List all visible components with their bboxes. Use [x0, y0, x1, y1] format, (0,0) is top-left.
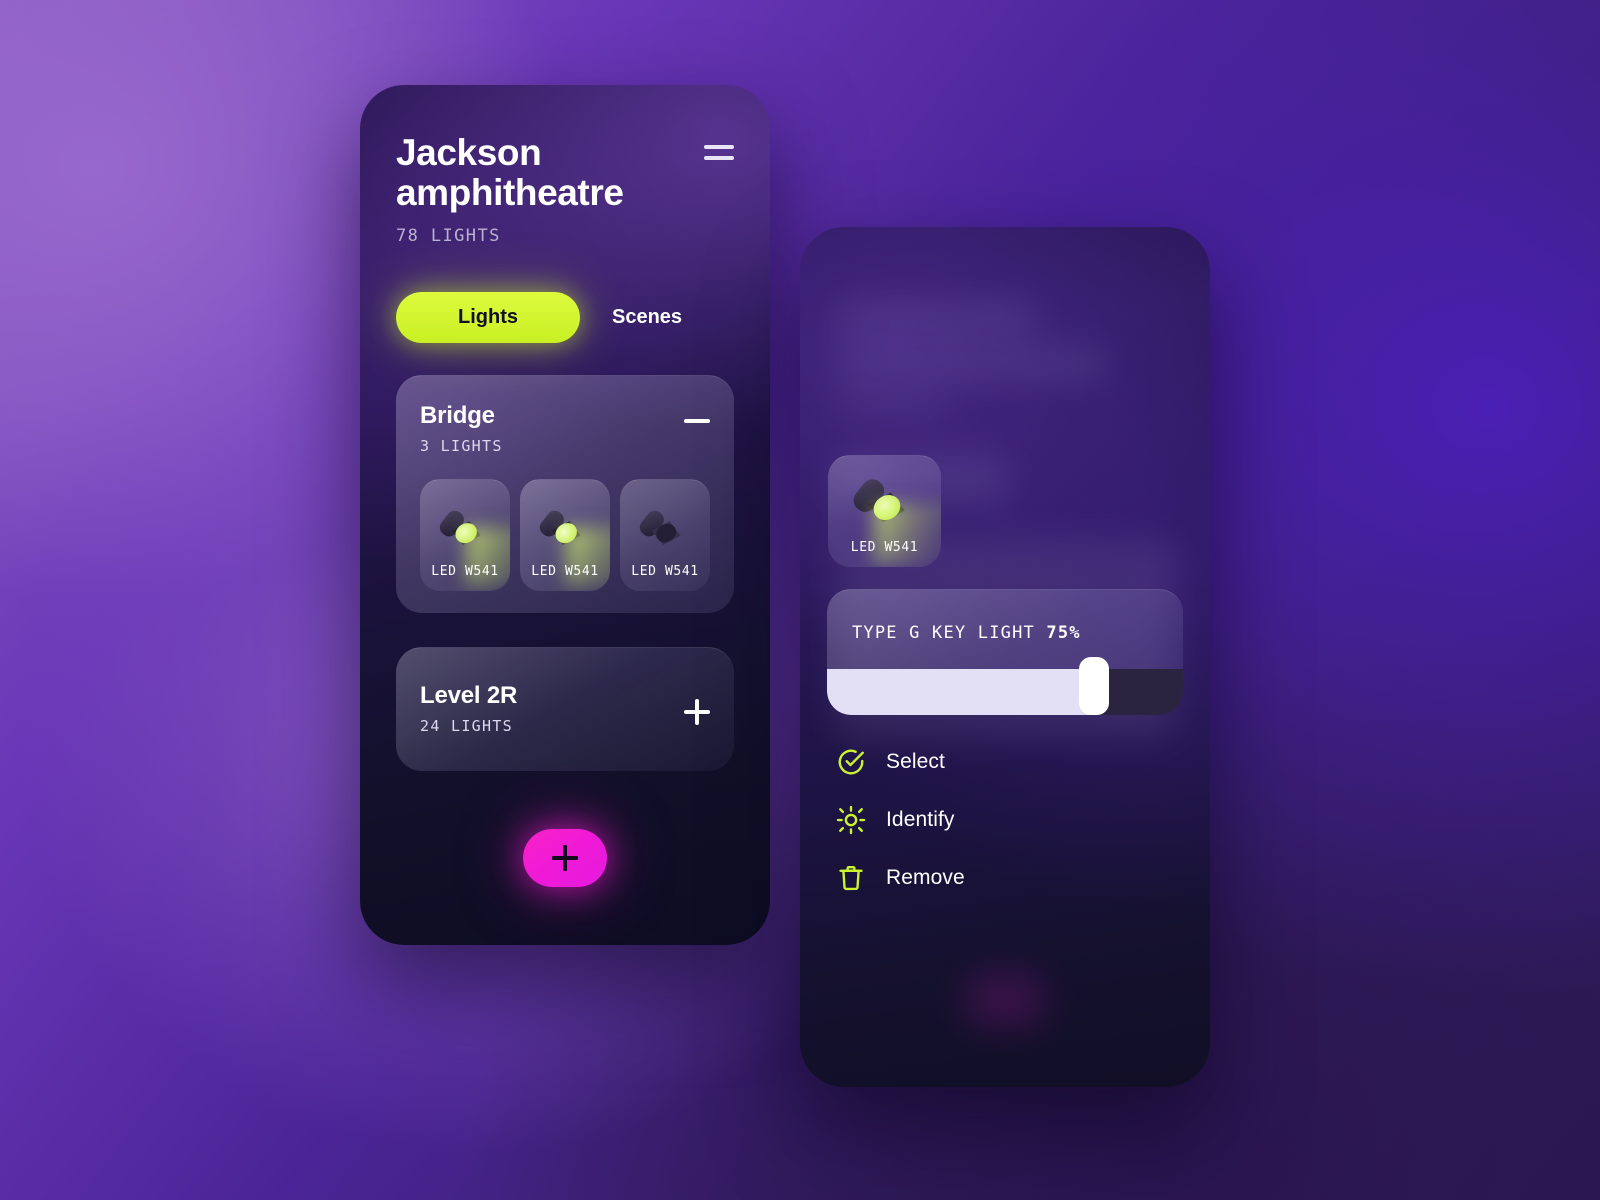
light-tile-label: LED W541	[431, 564, 499, 580]
action-list: Select Identify Remove	[836, 747, 965, 893]
brightness-sun-icon	[836, 805, 866, 835]
group-light-count-bridge: 3 LIGHTS	[420, 437, 503, 456]
phone-screen-right: LED W541 TYPE G KEY LIGHT 75% Select Ide…	[800, 227, 1210, 1087]
light-tile[interactable]: LED W541	[520, 479, 610, 592]
minus-icon[interactable]	[684, 408, 710, 434]
group-light-count-level-2r: 24 LIGHTS	[420, 717, 513, 736]
action-select[interactable]: Select	[836, 747, 965, 777]
group-card-bridge[interactable]: Bridge 3 LIGHTS LED W541 LED W541 LED W5…	[396, 375, 734, 614]
left-phone-content: Jackson amphitheatre 78 LIGHTS Lights Sc…	[360, 85, 770, 945]
brightness-value: 75%	[1046, 623, 1081, 643]
hamburger-icon[interactable]	[704, 145, 734, 160]
group-card-header: Bridge 3 LIGHTS	[420, 402, 710, 455]
page-title: Jackson amphitheatre	[396, 132, 624, 213]
phone-screen-left: Jackson amphitheatre 78 LIGHTS Lights Sc…	[360, 85, 770, 945]
group-name-level-2r: Level 2R	[420, 682, 518, 710]
brightness-label: TYPE G KEY LIGHT 75%	[852, 623, 1081, 643]
plus-icon	[552, 845, 578, 871]
brightness-slider[interactable]	[827, 657, 1183, 715]
header: Jackson amphitheatre	[396, 133, 734, 212]
light-tile[interactable]: LED W541	[420, 479, 510, 592]
selected-light-tile[interactable]: LED W541	[828, 455, 941, 567]
tab-scenes[interactable]: Scenes	[610, 300, 684, 335]
add-light-button[interactable]	[523, 829, 607, 887]
slider-thumb[interactable]	[1079, 657, 1109, 715]
tab-lights[interactable]: Lights	[396, 292, 580, 344]
action-identify[interactable]: Identify	[836, 805, 965, 835]
check-circle-icon	[836, 747, 866, 777]
selected-light-label: LED W541	[850, 540, 919, 555]
right-phone-content: LED W541 TYPE G KEY LIGHT 75% Select Ide…	[800, 227, 1210, 1087]
light-tile-label: LED W541	[631, 564, 699, 580]
action-remove-label: Remove	[886, 866, 965, 889]
action-select-label: Select	[886, 750, 945, 773]
plus-icon[interactable]	[684, 698, 710, 725]
trash-icon	[836, 863, 866, 893]
slider-fill	[827, 669, 1094, 715]
light-tile-list: LED W541 LED W541 LED W541	[420, 479, 710, 592]
light-tile[interactable]: LED W541	[620, 479, 710, 592]
group-name-bridge: Bridge	[420, 402, 495, 430]
brightness-name: TYPE G KEY LIGHT	[852, 623, 1035, 643]
light-tile-label: LED W541	[531, 564, 599, 580]
tab-bar: Lights Scenes	[396, 292, 734, 344]
brightness-slider-card: TYPE G KEY LIGHT 75%	[827, 589, 1183, 715]
action-identify-label: Identify	[886, 808, 955, 831]
group-card-level-2r[interactable]: Level 2R 24 LIGHTS	[396, 647, 734, 772]
action-remove[interactable]: Remove	[836, 863, 965, 893]
total-light-count: 78 LIGHTS	[396, 226, 501, 247]
